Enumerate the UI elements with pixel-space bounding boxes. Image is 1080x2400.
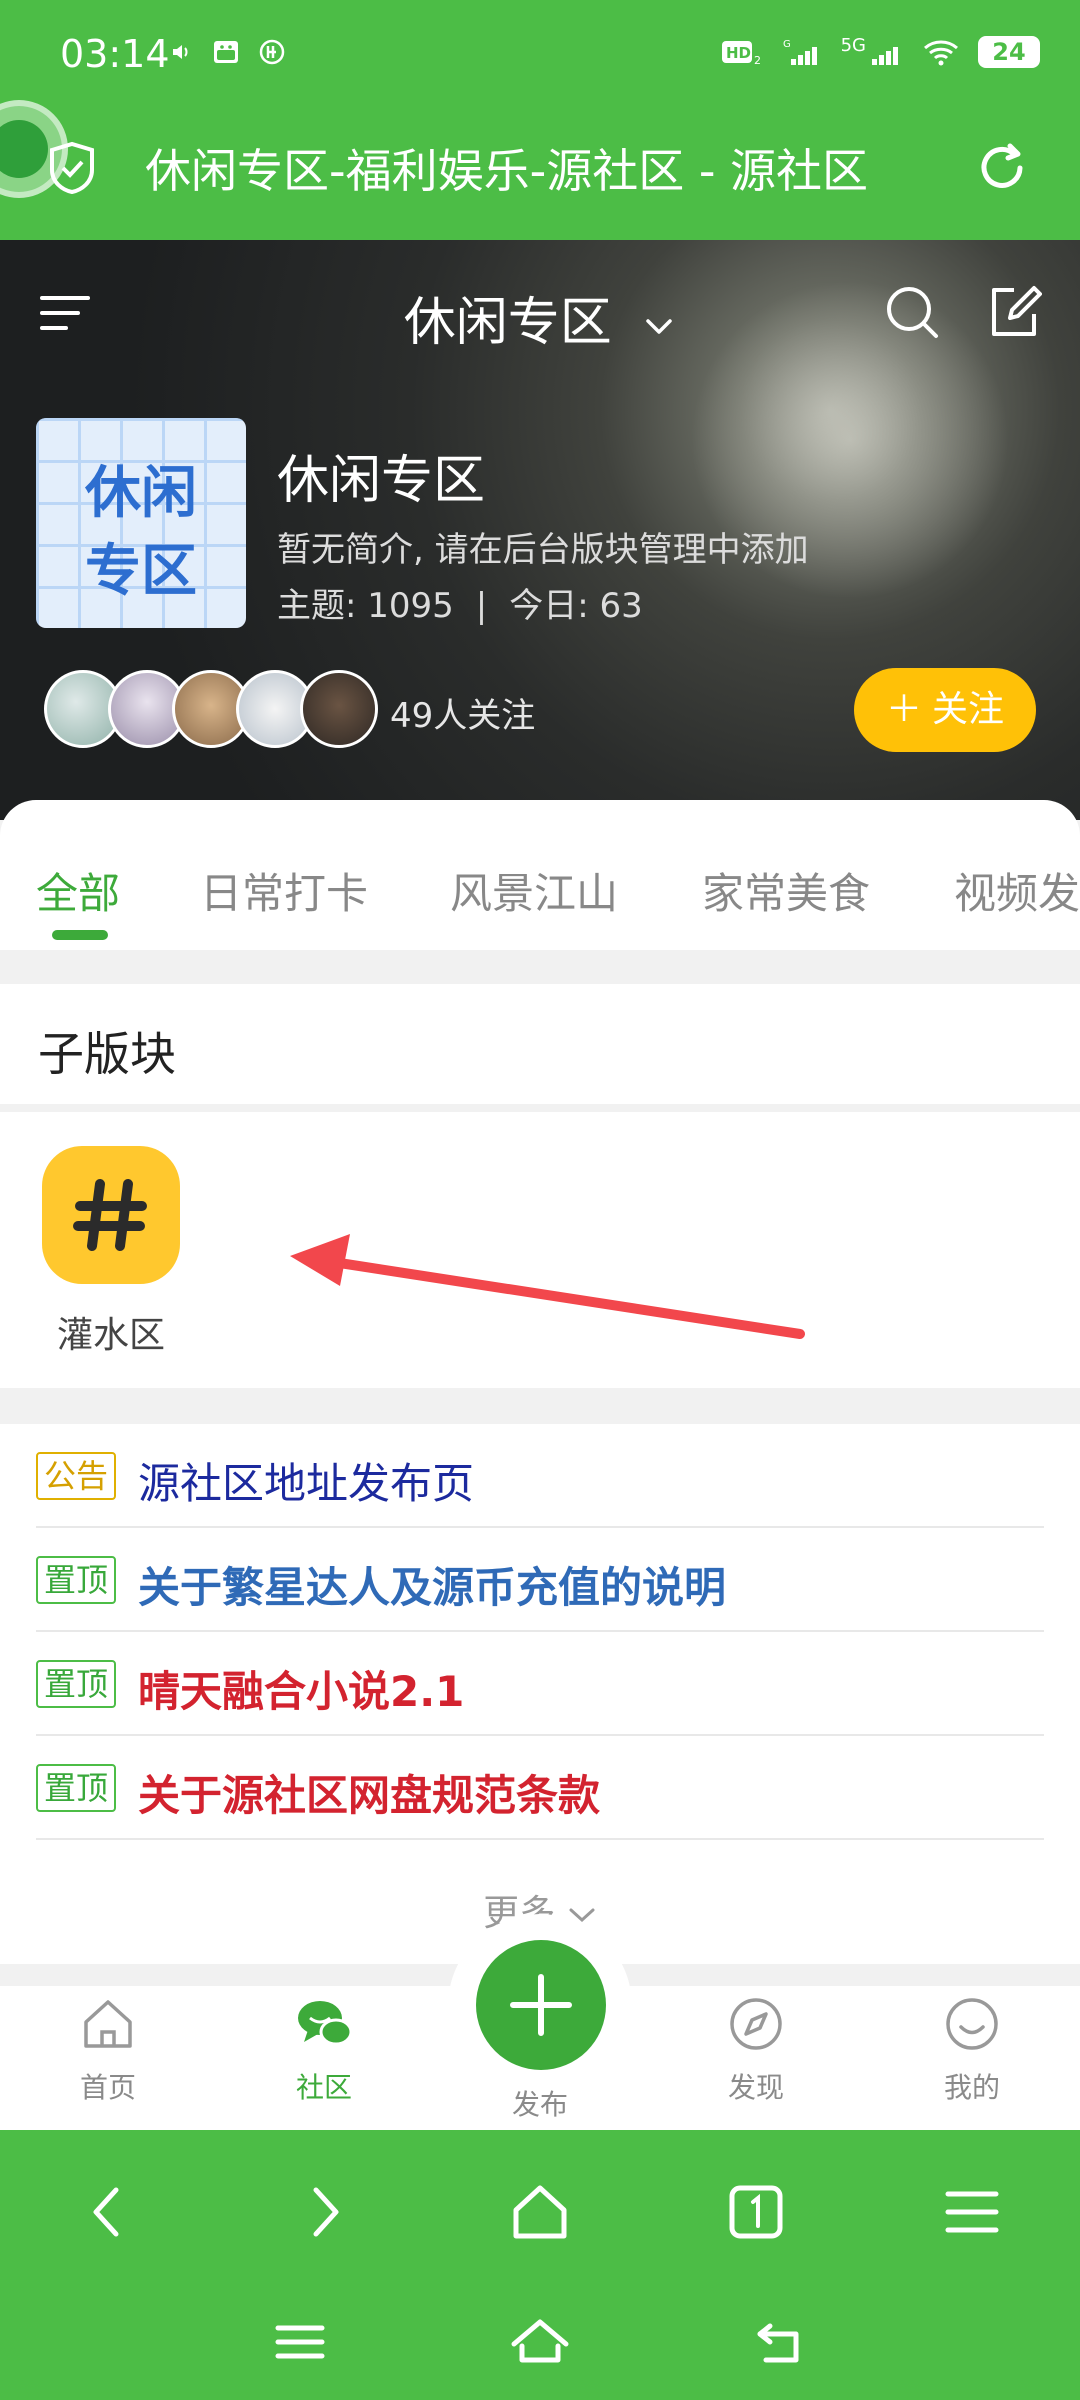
notice-title: 关于繁星达人及源币充值的说明 <box>138 1563 727 1612</box>
publish-label: 发布 <box>511 2088 568 2121</box>
svg-text:HD: HD <box>726 44 751 62</box>
plus-icon <box>510 1974 572 2036</box>
nav-home[interactable]: 首页 <box>48 1994 168 2106</box>
hash-icon <box>73 1179 147 1251</box>
svg-text:G: G <box>783 39 791 50</box>
nav-mine-label: 我的 <box>943 2071 1000 2104</box>
active-tab-indicator <box>52 930 108 940</box>
tab-daily-checkin[interactable]: 日常打卡 <box>200 860 368 921</box>
publish-button[interactable] <box>476 1940 606 2070</box>
chat-bubbles-icon <box>298 2001 353 2046</box>
back-icon[interactable] <box>76 2180 140 2244</box>
wifi-icon <box>924 40 958 66</box>
pinned-tag: 置顶 <box>36 1764 117 1812</box>
plus-icon: ＋ <box>885 689 922 730</box>
subforum-item-icon[interactable] <box>42 1146 180 1284</box>
tree-icon <box>0 120 48 178</box>
topic-count: 主题: 1095 <box>277 586 454 626</box>
battery-level: 24 <box>978 36 1040 68</box>
tab-video[interactable]: 视频发 <box>954 860 1080 921</box>
follow-button[interactable]: ＋关注 <box>854 668 1036 752</box>
notice-title: 关于源社区网盘规范条款 <box>138 1771 601 1820</box>
system-back-icon[interactable] <box>748 2310 812 2374</box>
browser-bottom-bar <box>0 2130 1080 2400</box>
forward-icon[interactable] <box>292 2180 356 2244</box>
browser-menu-icon[interactable] <box>940 2180 1004 2244</box>
notice-row[interactable]: 置顶 关于繁星达人及源币充值的说明 <box>36 1528 1044 1632</box>
tab-home-cooking[interactable]: 家常美食 <box>702 860 870 921</box>
home-icon[interactable] <box>508 2180 572 2244</box>
pinned-tag: 置顶 <box>36 1556 117 1604</box>
notice-tag: 公告 <box>36 1452 117 1500</box>
edit-post-icon[interactable] <box>986 284 1042 340</box>
today-count: 今日: 63 <box>509 586 643 626</box>
follower-avatars[interactable] <box>44 670 378 748</box>
notice-title: 晴天融合小说2.1 <box>138 1667 465 1716</box>
nav-home-label: 首页 <box>79 2071 136 2104</box>
follower-count: 49人关注 <box>390 696 536 736</box>
browser-top-bar: 03:14 HD 2 G 5G 24 休闲专区-福利娱乐-源社区 - 源社区 <box>0 0 1080 240</box>
shield-check-icon[interactable] <box>44 140 100 196</box>
annotation-arrow-icon <box>290 1234 805 1339</box>
signal-bars-icon: G <box>783 39 817 65</box>
data-saver-icon <box>259 39 285 65</box>
reload-icon[interactable] <box>972 138 1032 198</box>
system-home-icon[interactable] <box>508 2310 572 2374</box>
screen: 03:14 HD 2 G 5G 24 休闲专区-福利娱乐-源社区 - 源社区 休… <box>0 0 1080 2400</box>
pinned-notices: 公告 源社区地址发布页 置顶 关于繁星达人及源币充值的说明 置顶 晴天融合小说2… <box>0 1424 1080 1964</box>
system-menu-icon[interactable] <box>268 2310 332 2374</box>
thumbnail-text-line2: 专区 <box>85 539 197 604</box>
compass-icon <box>730 1998 782 2050</box>
nav-community[interactable]: 社区 <box>264 1994 384 2106</box>
notice-row[interactable]: 置顶 晴天融合小说2.1 <box>36 1632 1044 1736</box>
tabs-count-icon[interactable] <box>724 2180 788 2244</box>
smiley-icon <box>946 1998 998 2050</box>
volume-icon <box>173 45 188 59</box>
subforum-header: 子版块 <box>0 984 1080 1104</box>
network-type: 5G <box>840 34 866 56</box>
signal-bars-5g-icon <box>872 47 898 65</box>
status-right-icons: HD 2 G 5G 24 <box>721 34 1040 68</box>
browser-page-title: 休闲专区-福利娱乐-源社区 - 源社区 <box>145 144 869 198</box>
forum-stats: 主题: 1095 | 今日: 63 <box>277 578 643 627</box>
nav-discover[interactable]: 发现 <box>696 1994 816 2106</box>
subforum-item-label[interactable]: 灌水区 <box>42 1306 180 1358</box>
forum-hero: 休闲专区 休闲 专区 休闲专区 暂无简介, 请在后台版块管理中添加 主题: 10… <box>0 240 1080 820</box>
forum-description: 暂无简介, 请在后台版块管理中添加 <box>277 530 809 570</box>
tab-all[interactable]: 全部 <box>36 860 120 921</box>
svg-text:2: 2 <box>754 54 761 67</box>
nav-discover-label: 发现 <box>727 2071 784 2104</box>
category-tabs: 全部 日常打卡 风景江山 家常美食 视频发 <box>0 800 1080 950</box>
notice-title: 源社区地址发布页 <box>138 1459 475 1508</box>
follow-button-label: 关注 <box>932 689 1005 730</box>
notice-row[interactable]: 公告 源社区地址发布页 <box>36 1424 1044 1528</box>
forum-switcher-label: 休闲专区 <box>403 293 612 353</box>
nav-mine[interactable]: 我的 <box>912 1994 1032 2106</box>
stats-separator: | <box>475 586 488 626</box>
notice-row[interactable]: 置顶 关于源社区网盘规范条款 <box>36 1736 1044 1840</box>
status-time: 03:14 <box>60 32 170 76</box>
chevron-down-icon <box>646 319 673 334</box>
tab-scenery[interactable]: 风景江山 <box>450 860 618 921</box>
pinned-tag: 置顶 <box>36 1660 117 1708</box>
forum-thumbnail: 休闲 专区 <box>36 418 246 628</box>
nav-community-label: 社区 <box>295 2071 352 2104</box>
search-icon[interactable] <box>884 284 940 340</box>
thumbnail-text-line1: 休闲 <box>85 461 197 526</box>
hd-signal-icon: HD 2 <box>721 41 761 67</box>
android-icon <box>214 41 238 63</box>
status-bar: 03:14 HD 2 G 5G 24 <box>0 0 1080 110</box>
home-icon <box>84 2000 132 2048</box>
avatar <box>300 670 378 748</box>
status-left-icons <box>170 38 286 66</box>
subforum-title: 子版块 <box>38 1027 176 1081</box>
forum-name: 休闲专区 <box>277 451 486 511</box>
